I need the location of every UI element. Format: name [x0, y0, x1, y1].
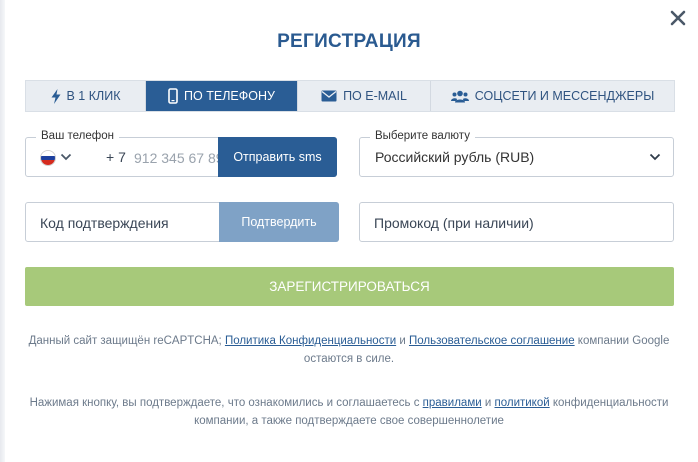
background-strip — [0, 0, 5, 462]
phone-field: Ваш телефон + 7 Отправить sms — [25, 130, 337, 177]
tab-label: ПО ТЕЛЕФОНУ — [184, 89, 275, 103]
send-sms-button[interactable]: Отправить sms — [218, 137, 337, 177]
close-button[interactable] — [668, 8, 688, 28]
users-icon — [450, 90, 469, 102]
tab-label: В 1 КЛИК — [66, 89, 121, 103]
confirmation-code-input[interactable] — [40, 212, 210, 234]
phone-label: Ваш телефон — [36, 130, 119, 142]
registration-tabs: В 1 КЛИК ПО ТЕЛЕФОНУ ПО E-MAIL СОЦСЕТИ И… — [25, 80, 675, 112]
tab-social-messengers[interactable]: СОЦСЕТИ И МЕССЕНДЖЕРЫ — [431, 81, 674, 111]
promo-code-field — [359, 202, 674, 242]
phone-icon — [168, 88, 178, 104]
lightning-icon — [51, 88, 60, 104]
recaptcha-notice: Данный сайт защищён reCAPTCHA; Политика … — [20, 332, 678, 368]
tab-one-click[interactable]: В 1 КЛИК — [26, 81, 146, 111]
rules-link[interactable]: правилами — [423, 397, 482, 409]
promo-code-input[interactable] — [374, 212, 654, 234]
currency-value: Российский рубль (RUB) — [375, 149, 535, 165]
tab-by-email[interactable]: ПО E-MAIL — [298, 81, 431, 111]
confirmation-code-field: Подтвердить — [25, 202, 339, 242]
envelope-icon — [321, 90, 337, 102]
user-agreement-link[interactable]: Пользовательское соглашение — [409, 335, 575, 347]
chevron-down-icon[interactable] — [60, 153, 72, 161]
register-button[interactable]: ЗАРЕГИСТРИРОВАТЬСЯ — [25, 267, 674, 306]
chevron-down-icon — [649, 153, 661, 161]
legal-text: Нажимая кнопку, вы подтверждаете, что оз… — [29, 397, 423, 409]
russia-flag-icon[interactable] — [40, 150, 56, 166]
legal-text: и — [396, 335, 409, 347]
tab-label: ПО E-MAIL — [343, 89, 407, 103]
close-icon — [670, 10, 686, 26]
policy-link[interactable]: политикой — [494, 397, 549, 409]
consent-notice: Нажимая кнопку, вы подтверждаете, что оз… — [20, 394, 678, 430]
country-code: + 7 — [106, 149, 126, 165]
currency-label: Выберите валюту — [370, 130, 475, 142]
legal-text: и — [481, 397, 495, 409]
page-title: РЕГИСТРАЦИЯ — [277, 31, 421, 52]
tab-by-phone[interactable]: ПО ТЕЛЕФОНУ — [146, 81, 298, 111]
legal-text: Данный сайт защищён reCAPTCHA; — [28, 335, 225, 347]
privacy-policy-link[interactable]: Политика Конфиденциальности — [225, 335, 396, 347]
currency-select[interactable]: Выберите валюту Российский рубль (RUB) — [359, 130, 674, 177]
tab-label: СОЦСЕТИ И МЕССЕНДЖЕРЫ — [474, 89, 655, 103]
confirm-button[interactable]: Подтвердить — [219, 202, 339, 242]
